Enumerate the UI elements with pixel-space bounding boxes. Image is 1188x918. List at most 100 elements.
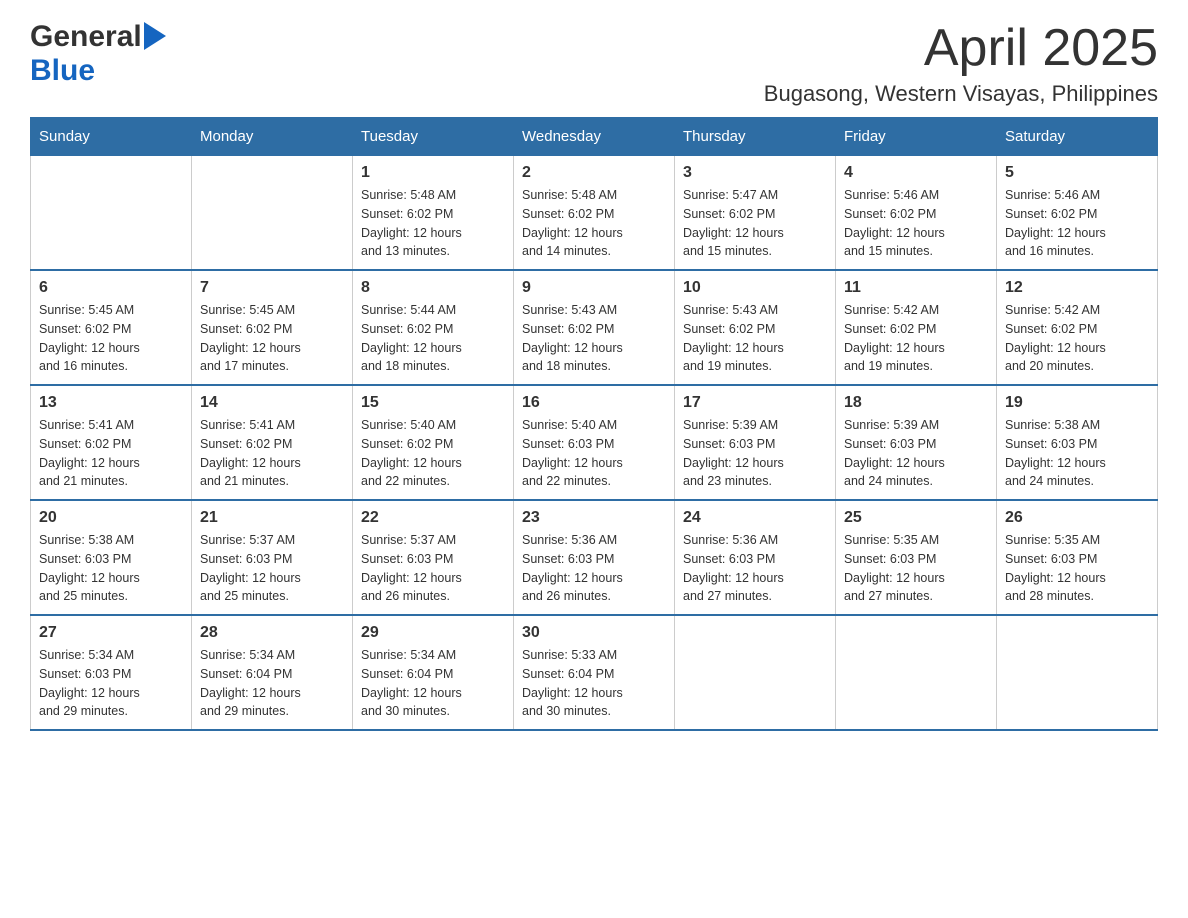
day-number: 24	[683, 509, 827, 527]
day-number: 11	[844, 279, 988, 297]
day-number: 26	[1005, 509, 1149, 527]
calendar-cell: 20 Sunrise: 5:38 AM Sunset: 6:03 PM Dayli…	[31, 500, 192, 615]
calendar-week-row: 13 Sunrise: 5:41 AM Sunset: 6:02 PM Dayli…	[31, 385, 1158, 500]
calendar-cell: 13 Sunrise: 5:41 AM Sunset: 6:02 PM Dayli…	[31, 385, 192, 500]
calendar-table: SundayMondayTuesdayWednesdayThursdayFrid…	[30, 117, 1158, 731]
day-number: 18	[844, 394, 988, 412]
day-of-week-header: Thursday	[675, 118, 836, 156]
calendar-cell: 5 Sunrise: 5:46 AM Sunset: 6:02 PM Daylig…	[997, 156, 1158, 271]
day-number: 17	[683, 394, 827, 412]
calendar-cell: 29 Sunrise: 5:34 AM Sunset: 6:04 PM Dayli…	[353, 615, 514, 730]
calendar-cell	[31, 156, 192, 271]
day-number: 10	[683, 279, 827, 297]
day-number: 14	[200, 394, 344, 412]
day-info: Sunrise: 5:46 AM Sunset: 6:02 PM Dayligh…	[1005, 186, 1149, 261]
day-number: 28	[200, 624, 344, 642]
calendar-cell: 2Sunrise: 5:48 AM Sunset: 6:02 PM Daylig…	[514, 156, 675, 271]
day-info: Sunrise: 5:39 AM Sunset: 6:03 PM Dayligh…	[683, 416, 827, 491]
calendar-cell: 22 Sunrise: 5:37 AM Sunset: 6:03 PM Dayli…	[353, 500, 514, 615]
day-info: Sunrise: 5:41 AM Sunset: 6:02 PM Dayligh…	[39, 416, 183, 491]
day-of-week-header: Sunday	[31, 118, 192, 156]
day-number: 9	[522, 279, 666, 297]
day-number: 4	[844, 164, 988, 182]
day-info: Sunrise: 5:38 AM Sunset: 6:03 PM Dayligh…	[1005, 416, 1149, 491]
calendar-cell: 24 Sunrise: 5:36 AM Sunset: 6:03 PM Dayli…	[675, 500, 836, 615]
calendar-cell: 23 Sunrise: 5:36 AM Sunset: 6:03 PM Dayli…	[514, 500, 675, 615]
calendar-week-row: 27 Sunrise: 5:34 AM Sunset: 6:03 PM Dayli…	[31, 615, 1158, 730]
calendar-cell: 26Sunrise: 5:35 AM Sunset: 6:03 PM Dayli…	[997, 500, 1158, 615]
calendar-cell: 4 Sunrise: 5:46 AM Sunset: 6:02 PM Daylig…	[836, 156, 997, 271]
day-number: 2	[522, 164, 666, 182]
logo-blue-label: Blue	[30, 54, 95, 88]
calendar-cell: 15Sunrise: 5:40 AM Sunset: 6:02 PM Dayli…	[353, 385, 514, 500]
calendar-cell: 16 Sunrise: 5:40 AM Sunset: 6:03 PM Dayli…	[514, 385, 675, 500]
calendar-cell: 10 Sunrise: 5:43 AM Sunset: 6:02 PM Dayli…	[675, 270, 836, 385]
calendar-cell: 11Sunrise: 5:42 AM Sunset: 6:02 PM Dayli…	[836, 270, 997, 385]
day-info: Sunrise: 5:34 AM Sunset: 6:04 PM Dayligh…	[200, 646, 344, 721]
calendar-cell	[675, 615, 836, 730]
calendar-cell	[997, 615, 1158, 730]
day-number: 29	[361, 624, 505, 642]
day-of-week-header: Tuesday	[353, 118, 514, 156]
calendar-body: 1 Sunrise: 5:48 AM Sunset: 6:02 PM Daylig…	[31, 156, 1158, 731]
calendar-cell: 25 Sunrise: 5:35 AM Sunset: 6:03 PM Dayli…	[836, 500, 997, 615]
calendar-cell	[192, 156, 353, 271]
day-info: Sunrise: 5:45 AM Sunset: 6:02 PM Dayligh…	[200, 301, 344, 376]
day-number: 20	[39, 509, 183, 527]
calendar-week-row: 1 Sunrise: 5:48 AM Sunset: 6:02 PM Daylig…	[31, 156, 1158, 271]
calendar-cell: 12 Sunrise: 5:42 AM Sunset: 6:02 PM Dayli…	[997, 270, 1158, 385]
day-info: Sunrise: 5:36 AM Sunset: 6:03 PM Dayligh…	[522, 531, 666, 606]
calendar-cell: 7 Sunrise: 5:45 AM Sunset: 6:02 PM Daylig…	[192, 270, 353, 385]
day-info: Sunrise: 5:45 AM Sunset: 6:02 PM Dayligh…	[39, 301, 183, 376]
calendar-cell	[836, 615, 997, 730]
day-info: Sunrise: 5:39 AM Sunset: 6:03 PM Dayligh…	[844, 416, 988, 491]
day-info: Sunrise: 5:36 AM Sunset: 6:03 PM Dayligh…	[683, 531, 827, 606]
day-info: Sunrise: 5:35 AM Sunset: 6:03 PM Dayligh…	[844, 531, 988, 606]
day-info: Sunrise: 5:42 AM Sunset: 6:02 PM Dayligh…	[1005, 301, 1149, 376]
day-number: 23	[522, 509, 666, 527]
day-number: 15	[361, 394, 505, 412]
day-info: Sunrise: 5:41 AM Sunset: 6:02 PM Dayligh…	[200, 416, 344, 491]
day-number: 3	[683, 164, 827, 182]
day-info: Sunrise: 5:38 AM Sunset: 6:03 PM Dayligh…	[39, 531, 183, 606]
page-header: General Blue April 2025 Bugasong, Wester…	[30, 20, 1158, 107]
calendar-cell: 17 Sunrise: 5:39 AM Sunset: 6:03 PM Dayli…	[675, 385, 836, 500]
day-info: Sunrise: 5:33 AM Sunset: 6:04 PM Dayligh…	[522, 646, 666, 721]
day-of-week-header: Monday	[192, 118, 353, 156]
day-number: 7	[200, 279, 344, 297]
day-info: Sunrise: 5:44 AM Sunset: 6:02 PM Dayligh…	[361, 301, 505, 376]
calendar-cell: 3 Sunrise: 5:47 AM Sunset: 6:02 PM Daylig…	[675, 156, 836, 271]
day-number: 27	[39, 624, 183, 642]
subtitle: Bugasong, Western Visayas, Philippines	[764, 81, 1158, 107]
calendar-cell: 1 Sunrise: 5:48 AM Sunset: 6:02 PM Daylig…	[353, 156, 514, 271]
day-info: Sunrise: 5:34 AM Sunset: 6:04 PM Dayligh…	[361, 646, 505, 721]
logo-text: General	[30, 20, 166, 54]
calendar-cell: 27 Sunrise: 5:34 AM Sunset: 6:03 PM Dayli…	[31, 615, 192, 730]
day-number: 1	[361, 164, 505, 182]
day-info: Sunrise: 5:43 AM Sunset: 6:02 PM Dayligh…	[683, 301, 827, 376]
day-number: 12	[1005, 279, 1149, 297]
day-number: 19	[1005, 394, 1149, 412]
calendar-cell: 30Sunrise: 5:33 AM Sunset: 6:04 PM Dayli…	[514, 615, 675, 730]
day-info: Sunrise: 5:43 AM Sunset: 6:02 PM Dayligh…	[522, 301, 666, 376]
calendar-cell: 28 Sunrise: 5:34 AM Sunset: 6:04 PM Dayli…	[192, 615, 353, 730]
main-title: April 2025	[764, 20, 1158, 77]
day-number: 21	[200, 509, 344, 527]
day-number: 5	[1005, 164, 1149, 182]
day-number: 6	[39, 279, 183, 297]
calendar-cell: 6 Sunrise: 5:45 AM Sunset: 6:02 PM Daylig…	[31, 270, 192, 385]
day-of-week-header: Friday	[836, 118, 997, 156]
logo: General Blue	[30, 20, 166, 88]
day-number: 25	[844, 509, 988, 527]
day-info: Sunrise: 5:47 AM Sunset: 6:02 PM Dayligh…	[683, 186, 827, 261]
logo-triangle-icon	[142, 18, 166, 52]
calendar-cell: 8Sunrise: 5:44 AM Sunset: 6:02 PM Daylig…	[353, 270, 514, 385]
day-info: Sunrise: 5:34 AM Sunset: 6:03 PM Dayligh…	[39, 646, 183, 721]
day-info: Sunrise: 5:37 AM Sunset: 6:03 PM Dayligh…	[361, 531, 505, 606]
day-number: 22	[361, 509, 505, 527]
day-number: 13	[39, 394, 183, 412]
day-info: Sunrise: 5:48 AM Sunset: 6:02 PM Dayligh…	[361, 186, 505, 261]
day-info: Sunrise: 5:46 AM Sunset: 6:02 PM Dayligh…	[844, 186, 988, 261]
day-number: 16	[522, 394, 666, 412]
day-info: Sunrise: 5:40 AM Sunset: 6:03 PM Dayligh…	[522, 416, 666, 491]
